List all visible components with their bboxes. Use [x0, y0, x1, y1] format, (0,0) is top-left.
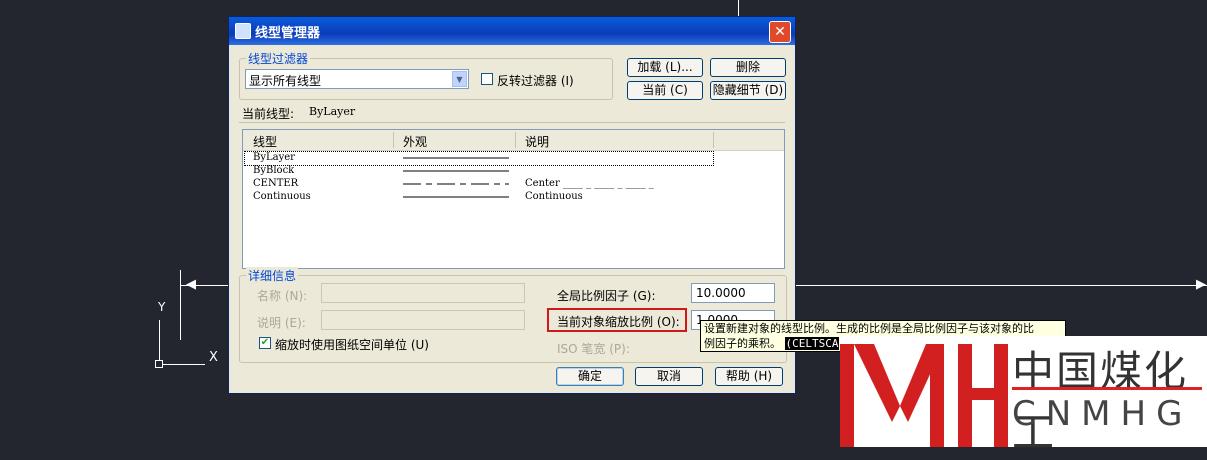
list-item[interactable]: Continuous Continuous: [243, 191, 784, 204]
current-scale-label: 当前对象缩放比例 (O):: [557, 315, 680, 329]
linetype-name: ByLayer: [253, 152, 295, 163]
paper-units-label: 缩放时使用图纸空间单位 (U): [275, 338, 429, 352]
filter-select[interactable]: 显示所有线型 ▼: [245, 69, 469, 89]
linetype-description: Continuous: [525, 191, 583, 202]
list-item[interactable]: CENTER Center ____ _ ____ _ ____ _: [243, 178, 784, 191]
col-separator[interactable]: [393, 132, 394, 148]
ucs-origin-icon: [155, 360, 163, 368]
current-linetype-value: ByLayer: [309, 105, 356, 118]
list-item[interactable]: ByLayer: [244, 151, 714, 166]
col-appearance[interactable]: 外观: [403, 133, 427, 150]
col-separator[interactable]: [713, 132, 714, 148]
global-scale-label: 全局比例因子 (G):: [557, 289, 656, 303]
current-linetype-label: 当前线型:: [242, 107, 295, 121]
title-bar[interactable]: 线型管理器 ✕: [229, 17, 795, 45]
col-description[interactable]: 说明: [525, 133, 549, 150]
list-header: 线型 外观 说明: [243, 130, 784, 151]
ucs-y-label: Y: [158, 300, 166, 314]
linetype-list[interactable]: 线型 外观 说明 ByLayer ByBlock CENTER Center _…: [242, 129, 785, 269]
linetype-name: Continuous: [253, 191, 311, 202]
linetype-preview: [403, 157, 509, 159]
arrowhead-icon: ◀: [186, 277, 196, 292]
invert-filter-label: 反转过滤器 (I): [497, 74, 574, 88]
linetype-preview: [403, 183, 509, 185]
current-button[interactable]: 当前 (C): [627, 81, 703, 100]
linetype-description: Center ____ _ ____ _ ____ _: [525, 178, 654, 189]
ok-button[interactable]: 确定: [556, 367, 624, 386]
col-separator[interactable]: [515, 132, 516, 148]
watermark-divider: [1012, 387, 1202, 390]
divider: [239, 122, 785, 123]
app-icon: [235, 23, 251, 39]
name-label: 名称 (N):: [257, 289, 308, 303]
global-scale-value: 10.0000: [696, 286, 746, 300]
help-button[interactable]: 帮助 (H): [715, 367, 783, 386]
col-linetype[interactable]: 线型: [253, 133, 277, 150]
name-field[interactable]: [321, 283, 525, 303]
tooltip-line-1: 设置新建对象的线型比例。生成的比例是全局比例因子与该对象的比: [704, 322, 1034, 335]
iso-pen-label: ISO 笔宽 (P):: [557, 342, 630, 356]
details-group-title: 详细信息: [246, 267, 299, 284]
mh-logo-icon: [840, 344, 1008, 447]
tooltip-command: (CELTSCA: [784, 337, 840, 350]
delete-button[interactable]: 删除: [710, 58, 786, 77]
cad-vertical-line: [738, 0, 739, 16]
cad-extension-line: [180, 270, 181, 340]
filter-select-value: 显示所有线型: [249, 74, 322, 88]
desc-label: 说明 (E):: [257, 316, 306, 330]
close-button[interactable]: ✕: [769, 21, 791, 43]
global-scale-input[interactable]: 10.0000: [691, 283, 775, 303]
invert-filter-checkbox[interactable]: [481, 73, 493, 85]
watermark-english: CNMHG: [1012, 394, 1193, 434]
linetype-preview: [403, 196, 509, 198]
load-button[interactable]: 加载 (L)...: [627, 58, 703, 77]
hide-details-button[interactable]: 隐藏细节 (D): [710, 81, 786, 100]
cad-dimension-line: [796, 285, 1207, 286]
cancel-button[interactable]: 取消: [635, 367, 703, 386]
ucs-x-label: X: [209, 350, 218, 365]
filter-group-title: 线型过滤器: [246, 50, 311, 67]
chevron-down-icon[interactable]: ▼: [452, 71, 467, 87]
paper-units-checkbox[interactable]: ✔: [259, 337, 271, 349]
arrowhead-icon: ▶: [1196, 277, 1206, 292]
ucs-x-axis: [159, 364, 205, 365]
description-field[interactable]: [321, 310, 525, 330]
linetype-name: CENTER: [253, 178, 299, 189]
tooltip-line-2-text: 例因子的乘积。: [704, 337, 781, 350]
linetype-preview: [403, 170, 509, 172]
ucs-y-axis: [159, 320, 160, 364]
dialog-title: 线型管理器: [255, 26, 321, 41]
list-item[interactable]: ByBlock: [243, 165, 784, 178]
watermark-logo: 中国煤化工 CNMHG: [840, 336, 1207, 457]
linetype-name: ByBlock: [253, 165, 295, 176]
